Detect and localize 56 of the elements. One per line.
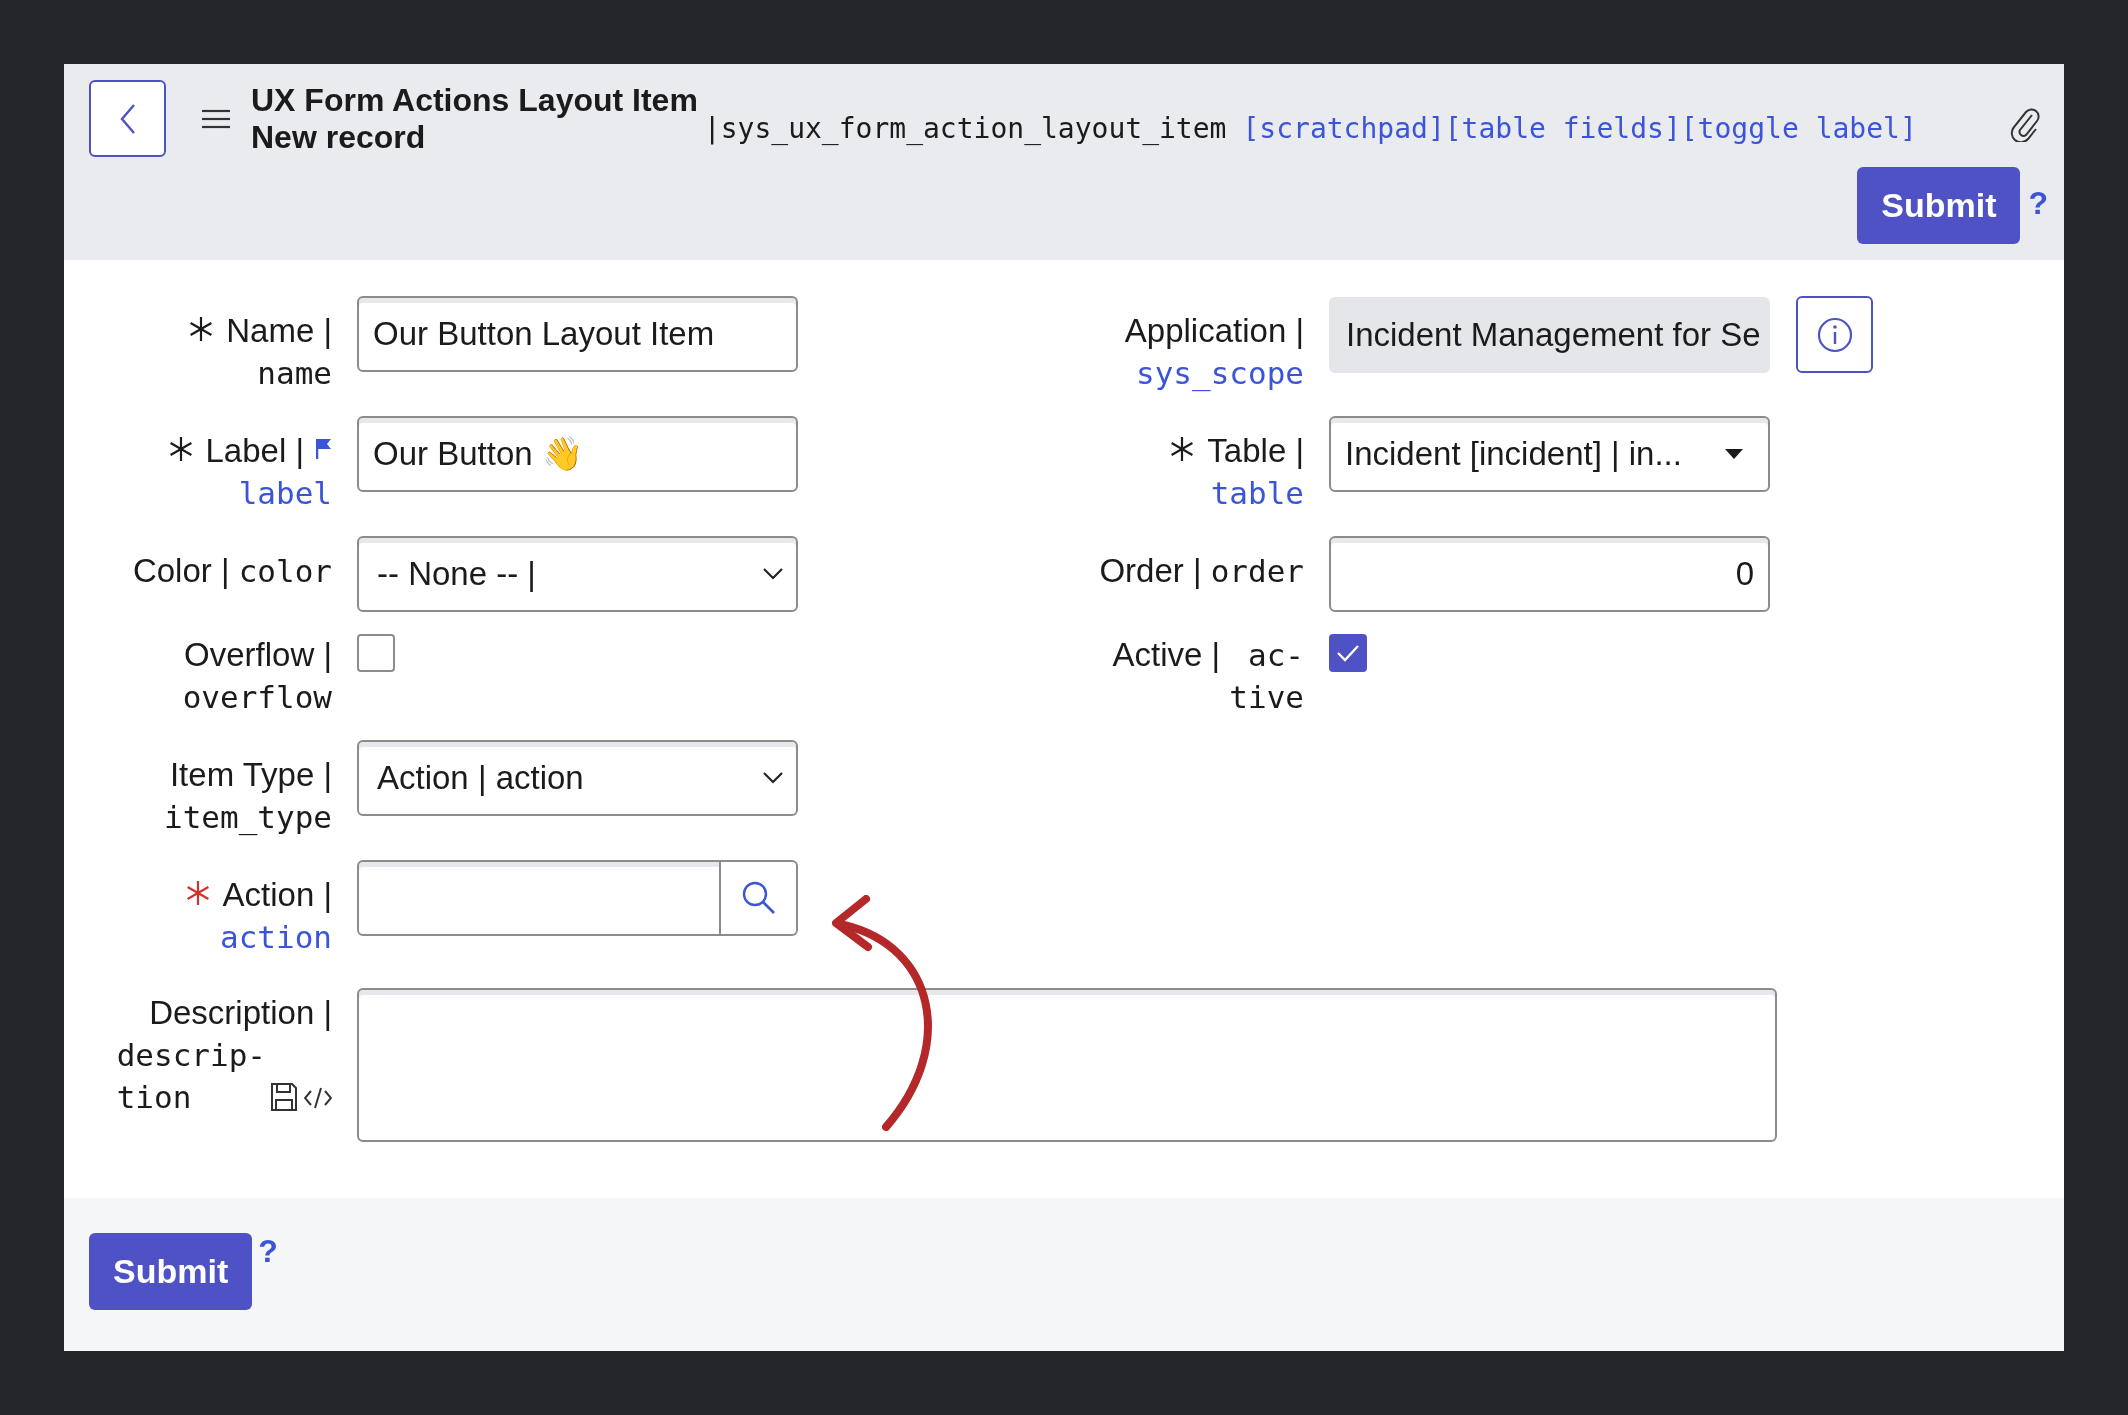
text-field[interactable]: Our Button Layout Item bbox=[357, 296, 798, 372]
field-label: Name | bbox=[226, 311, 332, 351]
select-field[interactable]: -- None -- | bbox=[357, 536, 798, 612]
field-label: Item Type | bbox=[169, 755, 332, 795]
submit-button[interactable]: Submit bbox=[1857, 167, 2021, 244]
field-name: overflow bbox=[182, 678, 332, 717]
field-label: Order | bbox=[1099, 551, 1202, 591]
header-link[interactable]: [toggle label] bbox=[1680, 107, 1917, 150]
field-label: Action | bbox=[222, 875, 332, 915]
field-name: name bbox=[257, 354, 332, 393]
form-subtitle: New record bbox=[251, 118, 427, 156]
field-name[interactable]: action bbox=[220, 916, 332, 958]
submit-button[interactable]: Submit bbox=[89, 1233, 253, 1310]
info-icon bbox=[1816, 316, 1853, 353]
text-field[interactable]: Our Button 👋 bbox=[357, 416, 798, 492]
checkbox[interactable] bbox=[357, 634, 395, 672]
field-label: Overflow | bbox=[184, 635, 332, 675]
field-label: Application | bbox=[1124, 311, 1304, 351]
field-name[interactable]: label bbox=[238, 472, 332, 514]
field-name[interactable]: table bbox=[1210, 472, 1304, 514]
field-name: descrip- tion bbox=[116, 1036, 266, 1117]
field-label: Table | bbox=[1207, 431, 1304, 471]
field-name: ac- tive bbox=[1229, 636, 1304, 717]
paperclip-icon[interactable] bbox=[2010, 105, 2040, 142]
select-field[interactable]: Incident [incident] | in... bbox=[1329, 416, 1770, 492]
help-link[interactable]: ? bbox=[258, 1227, 278, 1275]
field-label: Active | bbox=[1112, 635, 1221, 675]
chevron-down-icon bbox=[762, 567, 784, 581]
caret-icon bbox=[1724, 448, 1744, 460]
field-label: Label | bbox=[205, 431, 304, 471]
description-field[interactable] bbox=[357, 988, 1777, 1142]
table-name: |sys_ux_form_action_layout_item bbox=[703, 110, 1227, 147]
code-icon[interactable] bbox=[304, 1087, 332, 1109]
search-icon bbox=[740, 880, 777, 916]
number-field[interactable]: 0 bbox=[1329, 536, 1770, 612]
search-button[interactable] bbox=[721, 860, 798, 936]
check-icon bbox=[1335, 643, 1361, 663]
field-label: Color | bbox=[132, 551, 230, 591]
form-title: UX Form Actions Layout Item bbox=[251, 81, 698, 119]
select-field[interactable]: Action | action bbox=[357, 740, 798, 816]
field-name[interactable]: sys_scope bbox=[1136, 352, 1304, 394]
header-link[interactable]: [table fields] bbox=[1444, 107, 1681, 150]
chevron-down-icon bbox=[762, 771, 784, 785]
field-label: Description | bbox=[149, 993, 332, 1033]
reference-field[interactable] bbox=[357, 860, 721, 936]
field-name: color bbox=[238, 552, 332, 591]
readonly-field: Incident Management for Se bbox=[1329, 296, 1770, 373]
header-link[interactable]: [scratchpad] bbox=[1242, 107, 1445, 150]
info-button[interactable] bbox=[1796, 296, 1873, 373]
checkbox[interactable] bbox=[1329, 634, 1367, 672]
back-button[interactable] bbox=[89, 80, 166, 157]
field-name: item_type bbox=[164, 798, 332, 838]
menu-icon[interactable] bbox=[202, 108, 230, 129]
help-link[interactable]: ? bbox=[2028, 179, 2048, 227]
save-icon[interactable] bbox=[270, 1082, 298, 1112]
field-name: order bbox=[1210, 552, 1304, 591]
